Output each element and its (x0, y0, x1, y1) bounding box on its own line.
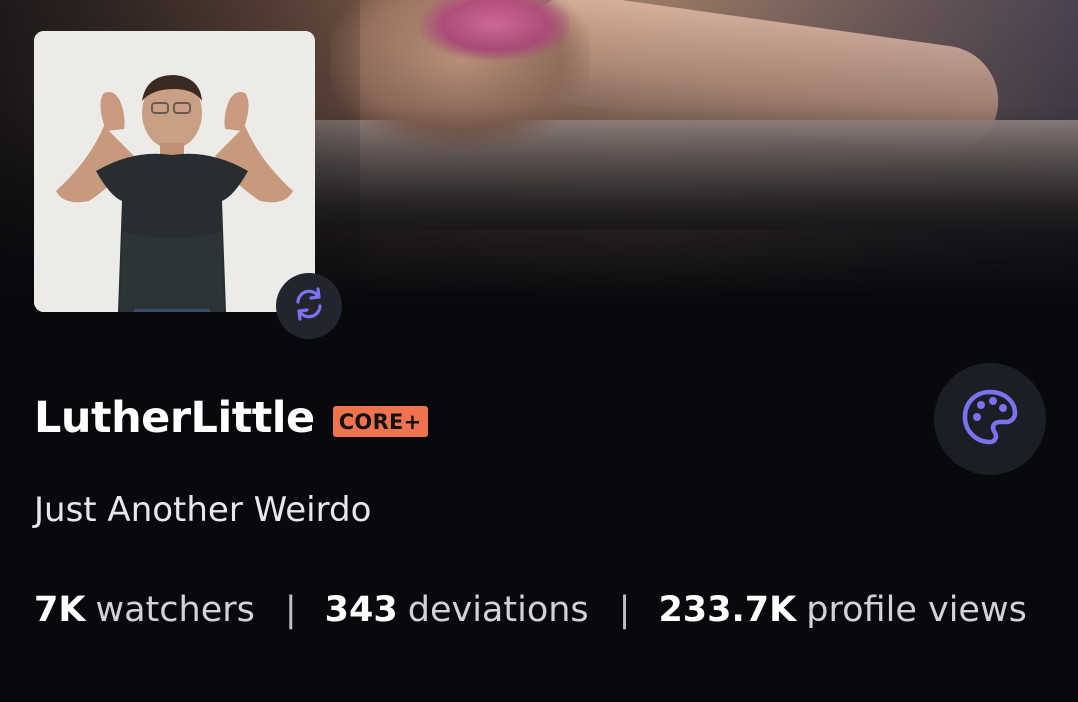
username-row: LutherLittle CORE+ (34, 386, 428, 450)
stat-deviations[interactable]: 343 deviations (325, 590, 589, 630)
stat-profile-views[interactable]: 233.7K profile views (658, 590, 1026, 630)
stat-value: 233.7K (658, 590, 797, 630)
avatar-image (34, 31, 315, 312)
username[interactable]: LutherLittle (34, 393, 315, 443)
stat-value: 343 (324, 590, 398, 630)
profile-tagline: Just Another Weirdo (34, 490, 372, 530)
stat-watchers[interactable]: 7K watchers (34, 590, 255, 630)
refresh-icon (290, 285, 328, 327)
stat-label: deviations (407, 590, 589, 630)
profile-header: LutherLittle CORE+ Just Another Weirdo 7… (0, 0, 1078, 702)
core-badge[interactable]: CORE+ (332, 405, 428, 437)
stat-separator: | (618, 590, 631, 630)
stat-separator: | (284, 590, 297, 630)
palette-icon (960, 387, 1020, 451)
theme-palette-button[interactable] (934, 363, 1046, 475)
stat-label: profile views (806, 590, 1027, 630)
profile-stats: 7K watchers | 343 deviations | 233.7K pr… (34, 590, 1027, 630)
stat-value: 7K (34, 590, 86, 630)
stat-label: watchers (95, 590, 255, 630)
change-avatar-button[interactable] (276, 273, 342, 339)
avatar[interactable] (34, 31, 315, 312)
